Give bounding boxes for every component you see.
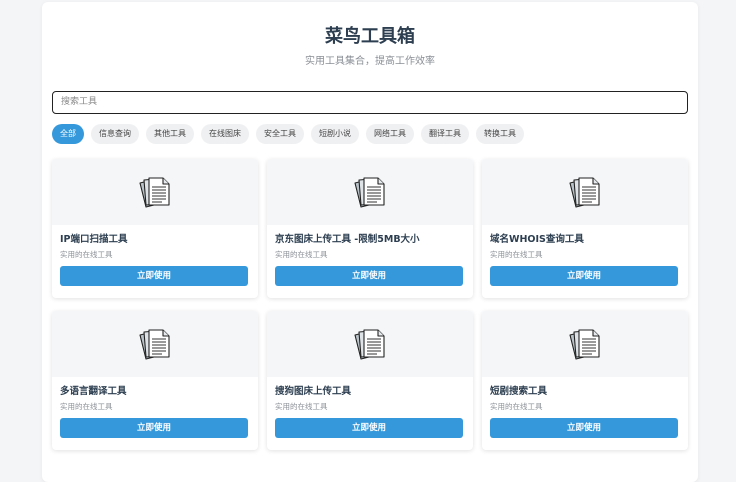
card-description: 实用的在线工具 [490,249,543,259]
search-bar [42,89,698,114]
card-thumbnail [482,310,688,377]
card-title: 域名WHOIS查询工具 [490,233,584,245]
tag-network-tools[interactable]: 网络工具 [366,123,414,144]
use-now-button[interactable]: 立即使用 [275,417,463,438]
card-thumbnail [482,158,688,225]
page-subtitle: 实用工具集合，提高工作效率 [305,56,435,67]
tag-short-drama[interactable]: 短剧小说 [311,123,359,144]
header: 菜鸟工具箱 实用工具集合，提高工作效率 [42,2,698,69]
tag-all[interactable]: 全部 [52,123,84,144]
documents-icon [569,176,600,208]
search-input[interactable] [52,90,688,114]
documents-icon [139,176,170,208]
card-title: 搜狗图床上传工具 [275,385,352,397]
use-now-button[interactable]: 立即使用 [490,417,678,438]
tool-card: 域名WHOIS查询工具 实用的在线工具 立即使用 [482,158,688,298]
tag-convert-tools[interactable]: 转换工具 [476,123,524,144]
card-description: 实用的在线工具 [60,401,113,411]
documents-icon [139,328,170,360]
tag-info-query[interactable]: 信息查询 [91,123,139,144]
card-title: 京东图床上传工具 -限制5MB大小 [275,233,420,245]
tool-card: 多语言翻译工具 实用的在线工具 立即使用 [52,310,258,450]
card-description: 实用的在线工具 [490,401,543,411]
card-thumbnail [267,310,473,377]
page-title: 菜鸟工具箱 [325,26,415,47]
tool-card: 搜狗图床上传工具 实用的在线工具 立即使用 [267,310,473,450]
tag-image-hosting[interactable]: 在线图床 [201,123,249,144]
use-now-button[interactable]: 立即使用 [490,265,678,286]
tool-card: 京东图床上传工具 -限制5MB大小 实用的在线工具 立即使用 [267,158,473,298]
use-now-button[interactable]: 立即使用 [275,265,463,286]
card-title: 多语言翻译工具 [60,385,127,397]
documents-icon [354,328,385,360]
card-title: 短剧搜索工具 [490,385,548,397]
tag-translate-tools[interactable]: 翻译工具 [421,123,469,144]
tool-card: 短剧搜索工具 实用的在线工具 立即使用 [482,310,688,450]
tag-other-tools[interactable]: 其他工具 [146,123,194,144]
card-description: 实用的在线工具 [60,249,113,259]
card-thumbnail [52,310,258,377]
documents-icon [569,328,600,360]
card-description: 实用的在线工具 [275,401,328,411]
card-title: IP端口扫描工具 [60,233,128,245]
card-thumbnail [52,158,258,225]
documents-icon [354,176,385,208]
tool-grid: IP端口扫描工具 实用的在线工具 立即使用 京东图床上传工具 -限制5MB大小 … [42,158,698,450]
main-container: 菜鸟工具箱 实用工具集合，提高工作效率 全部 信息查询 其他工具 在线图床 安全… [42,2,698,482]
use-now-button[interactable]: 立即使用 [60,417,248,438]
tool-card: IP端口扫描工具 实用的在线工具 立即使用 [52,158,258,298]
category-tags: 全部 信息查询 其他工具 在线图床 安全工具 短剧小说 网络工具 翻译工具 转换… [42,123,698,144]
use-now-button[interactable]: 立即使用 [60,265,248,286]
card-thumbnail [267,158,473,225]
tag-security-tools[interactable]: 安全工具 [256,123,304,144]
card-description: 实用的在线工具 [275,249,328,259]
